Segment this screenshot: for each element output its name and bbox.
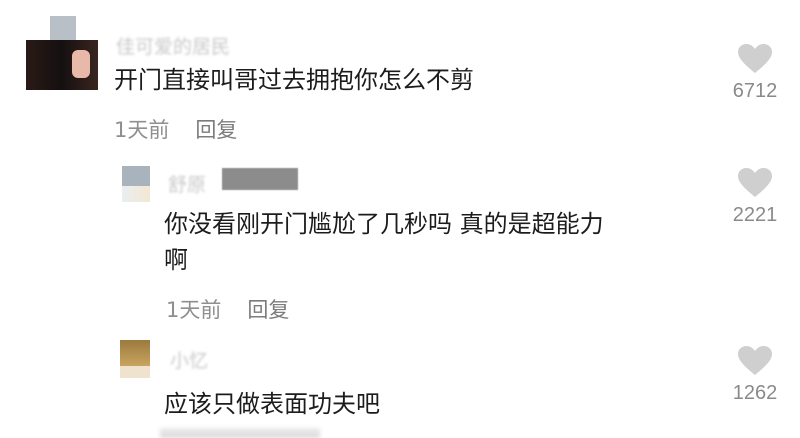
comment-text-line: 啊 bbox=[164, 246, 188, 274]
cut-off-content bbox=[160, 428, 320, 438]
comment-2: 舒原 你没看刚开门尴尬了几秒吗 真的是超能力 啊 1天前 回复 2221 bbox=[0, 150, 800, 330]
like-count: 6712 bbox=[732, 80, 778, 102]
timestamp: 1天前 bbox=[114, 118, 170, 142]
heart-icon bbox=[738, 44, 772, 73]
username[interactable]: 小忆 bbox=[170, 346, 208, 373]
comment-text-line: 你没看刚开门尴尬了几秒吗 真的是超能力 bbox=[164, 210, 604, 238]
like-count: 2221 bbox=[732, 204, 778, 226]
avatar[interactable] bbox=[120, 340, 150, 378]
heart-icon bbox=[738, 168, 772, 197]
username[interactable]: 舒原 bbox=[168, 170, 206, 197]
heart-icon bbox=[738, 346, 772, 375]
like-button[interactable]: 2221 bbox=[723, 168, 787, 227]
avatar[interactable] bbox=[26, 16, 98, 90]
comment-meta: 1天前 回复 bbox=[166, 294, 289, 324]
username-redaction bbox=[222, 168, 298, 190]
like-count: 1262 bbox=[732, 382, 778, 404]
comment-3: 小忆 应该只做表面功夫吧 1262 bbox=[0, 330, 800, 438]
comment-meta: 1天前 回复 bbox=[114, 114, 237, 144]
timestamp: 1天前 bbox=[166, 298, 222, 322]
comment-text: 开门直接叫哥过去拥抱你怎么不剪 bbox=[114, 66, 474, 94]
comment-1: 佳可爱的居民 开门直接叫哥过去拥抱你怎么不剪 1天前 回复 6712 bbox=[0, 0, 800, 150]
comment-text: 应该只做表面功夫吧 bbox=[164, 390, 380, 418]
like-button[interactable]: 6712 bbox=[723, 44, 787, 103]
reply-button[interactable]: 回复 bbox=[247, 298, 289, 322]
like-button[interactable]: 1262 bbox=[723, 346, 787, 405]
comment-text: 你没看刚开门尴尬了几秒吗 真的是超能力 啊 bbox=[164, 206, 704, 278]
avatar[interactable] bbox=[122, 166, 150, 202]
username[interactable]: 佳可爱的居民 bbox=[116, 32, 230, 59]
reply-button[interactable]: 回复 bbox=[195, 118, 237, 142]
